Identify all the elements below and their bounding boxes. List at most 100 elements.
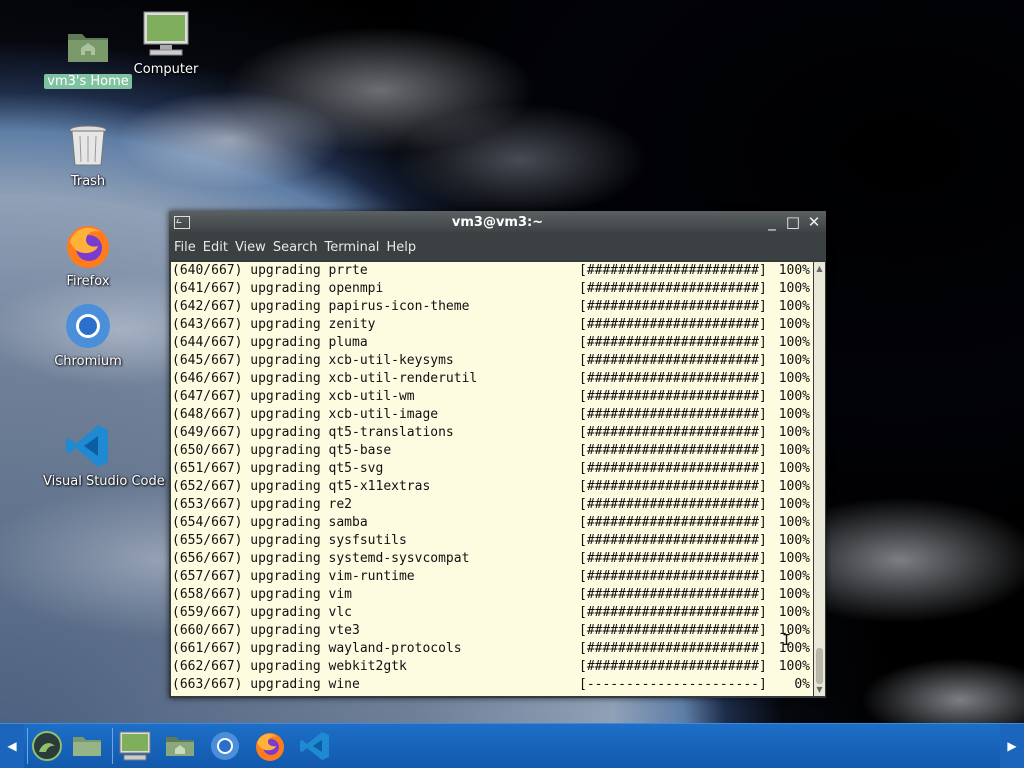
progress-percent: 100% <box>778 353 810 368</box>
desktop-icon-label: Firefox <box>66 274 110 289</box>
progress-bar-text: [######################] <box>579 407 767 422</box>
trash-icon <box>64 122 112 170</box>
scrollbar[interactable]: ▲ ▼ <box>814 262 825 696</box>
terminal-line-text: (659/667) upgrading vlc <box>172 605 353 620</box>
files-icon[interactable] <box>71 730 103 762</box>
terminal-line-text: (650/667) upgrading qt5-base <box>172 443 392 458</box>
chromium-icon <box>64 302 112 350</box>
progress-percent: 100% <box>778 371 810 386</box>
taskbar-computer-icon[interactable] <box>119 730 151 762</box>
window-title: vm3@vm3:~ <box>451 215 544 230</box>
progress-bar-text: [######################] <box>579 281 767 296</box>
terminal-line: (640/667) upgrading prrte [##############… <box>171 262 813 280</box>
terminal-line: (651/667) upgrading qt5-svg [############… <box>171 460 813 478</box>
taskbar-scroll-left-icon[interactable]: ◀ <box>0 724 24 768</box>
terminal-window[interactable]: vm3@vm3:~ _ □ ✕ File Edit View Search Te… <box>169 211 826 698</box>
computer-icon <box>142 10 190 58</box>
progress-bar-text: [######################] <box>579 605 767 620</box>
terminal-line: (647/667) upgrading xcb-util-wm [########… <box>171 388 813 406</box>
terminal-line: (648/667) upgrading xcb-util-image [#####… <box>171 406 813 424</box>
progress-percent: 100% <box>778 605 810 620</box>
progress-bar-text: [######################] <box>579 335 767 350</box>
progress-percent: 100% <box>778 461 810 476</box>
progress-bar-text: [######################] <box>579 443 767 458</box>
progress-bar-text: [######################] <box>579 497 767 512</box>
menubar: File Edit View Search Terminal Help <box>169 235 826 260</box>
terminal-line-text: (647/667) upgrading xcb-util-wm <box>172 389 415 404</box>
taskbar-separator <box>112 728 113 764</box>
desktop-icon-vscode[interactable]: Visual Studio Code <box>40 422 165 489</box>
terminal-line: (655/667) upgrading sysfsutils [#########… <box>171 532 813 550</box>
progress-percent: 100% <box>778 299 810 314</box>
terminal-line-text: (661/667) upgrading wayland-protocols <box>172 641 462 656</box>
terminal-line-text: (660/667) upgrading vte3 <box>172 623 360 638</box>
desktop-icon-label: Computer <box>133 62 199 77</box>
terminal-output[interactable]: (640/667) upgrading prrte [##############… <box>171 262 813 696</box>
terminal-line-text: (646/667) upgrading xcb-util-renderutil <box>172 371 478 386</box>
terminal-line: (653/667) upgrading re2 [################… <box>171 496 813 514</box>
desktop-icon-chromium[interactable]: Chromium <box>40 302 136 369</box>
terminal-line: (656/667) upgrading systemd-sysvcompat [#… <box>171 550 813 568</box>
progress-bar-text: [######################] <box>579 641 767 656</box>
desktop-icon-firefox[interactable]: Firefox <box>40 222 136 289</box>
desktop-icon-trash[interactable]: Trash <box>40 122 136 189</box>
terminal-line-text: (645/667) upgrading xcb-util-keysyms <box>172 353 454 368</box>
terminal-line-text: (653/667) upgrading re2 <box>172 497 353 512</box>
menu-view[interactable]: View <box>234 240 271 255</box>
desktop-icon-label: Visual Studio Code <box>43 474 165 489</box>
scroll-down-arrow-icon[interactable]: ▼ <box>815 685 824 694</box>
taskbar-vscode-icon[interactable] <box>299 730 331 762</box>
progress-percent: 100% <box>778 443 810 458</box>
progress-percent: 0% <box>794 677 810 692</box>
progress-percent: 100% <box>778 515 810 530</box>
progress-bar-text: [######################] <box>579 623 767 638</box>
taskbar-scroll-right-icon[interactable]: ▶ <box>1000 724 1024 768</box>
progress-percent: 100% <box>778 335 810 350</box>
terminal-line: (657/667) upgrading vim-runtime [########… <box>171 568 813 586</box>
terminal-line-text: (657/667) upgrading vim-runtime <box>172 569 415 584</box>
progress-bar-text: [######################] <box>579 263 767 278</box>
terminal-line: (659/667) upgrading vlc [################… <box>171 604 813 622</box>
terminal-line-text: (656/667) upgrading systemd-sysvcompat <box>172 551 470 566</box>
progress-bar-text: [######################] <box>579 569 767 584</box>
maximize-button[interactable]: □ <box>785 214 801 230</box>
progress-bar-text: [######################] <box>579 461 767 476</box>
scroll-up-arrow-icon[interactable]: ▲ <box>815 264 824 273</box>
menu-help[interactable]: Help <box>385 240 421 255</box>
progress-percent: 100% <box>778 497 810 512</box>
close-button[interactable]: ✕ <box>806 214 822 230</box>
minimize-button[interactable]: _ <box>764 214 780 230</box>
menu-edit[interactable]: Edit <box>202 240 233 255</box>
menu-file[interactable]: File <box>173 240 201 255</box>
progress-bar-text: [######################] <box>579 317 767 332</box>
terminal-line-text: (644/667) upgrading pluma <box>172 335 368 350</box>
desktop-icon-label: Trash <box>70 174 106 189</box>
start-menu-icon[interactable] <box>31 730 63 762</box>
terminal-line-text: (658/667) upgrading vim <box>172 587 353 602</box>
menu-terminal[interactable]: Terminal <box>323 240 384 255</box>
terminal-line-text: (663/667) upgrading wine <box>172 677 360 692</box>
menu-search[interactable]: Search <box>272 240 323 255</box>
window-titlebar[interactable]: vm3@vm3:~ _ □ ✕ <box>169 211 826 235</box>
taskbar-chromium-icon[interactable] <box>209 730 241 762</box>
terminal-line-text: (649/667) upgrading qt5-translations <box>172 425 454 440</box>
progress-bar-text: [######################] <box>579 659 767 674</box>
progress-bar-text: [######################] <box>579 533 767 548</box>
progress-bar-text: [######################] <box>579 353 767 368</box>
terminal-line-text: (648/667) upgrading xcb-util-image <box>172 407 439 422</box>
progress-bar-text: [######################] <box>579 479 767 494</box>
progress-bar-text: [######################] <box>579 389 767 404</box>
progress-percent: 100% <box>778 659 810 674</box>
desktop-icon-computer[interactable]: Computer <box>118 10 214 77</box>
terminal-line: (662/667) upgrading webkit2gtk [#########… <box>171 658 813 676</box>
progress-percent: 100% <box>778 533 810 548</box>
progress-percent: 100% <box>778 569 810 584</box>
taskbar-firefox-icon[interactable] <box>254 730 286 762</box>
taskbar-home-folder-icon[interactable] <box>164 730 196 762</box>
terminal-line: (654/667) upgrading samba [##############… <box>171 514 813 532</box>
progress-bar-text: [######################] <box>579 515 767 530</box>
progress-bar-text: [######################] <box>579 425 767 440</box>
scrollbar-thumb[interactable] <box>816 648 823 684</box>
progress-bar-text: [######################] <box>579 551 767 566</box>
terminal-line-text: (654/667) upgrading samba <box>172 515 368 530</box>
